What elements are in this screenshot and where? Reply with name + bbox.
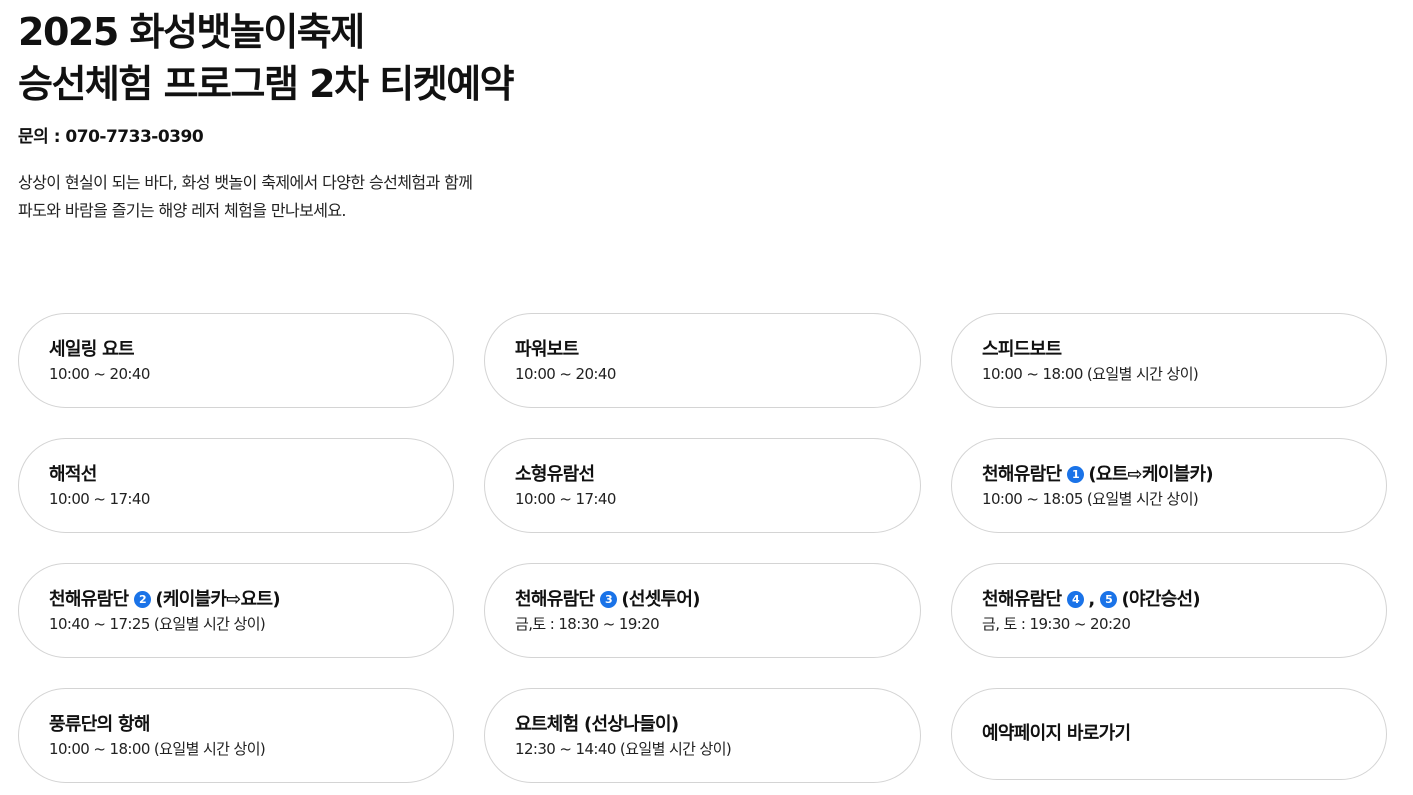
program-title-suffix: (케이블카⇨요트) (155, 588, 280, 610)
reservation-page-link[interactable]: 예약페이지 바로가기 (951, 688, 1387, 780)
program-card-pirate-ship[interactable]: 해적선 10:00 ~ 17:40 (18, 438, 454, 533)
program-time: 10:00 ~ 17:40 (515, 489, 616, 508)
contact-info: 문의 : 070-7733-0390 (18, 127, 204, 147)
number-2-badge-icon: 2 (134, 591, 152, 608)
number-3-badge-icon: 3 (600, 591, 618, 608)
program-title: 스피드보트 (982, 338, 1062, 360)
program-time: 10:00 ~ 20:40 (49, 364, 150, 383)
program-card-speed-boat[interactable]: 스피드보트 10:00 ~ 18:00 (요일별 시간 상이) (951, 313, 1387, 408)
intro-text: 상상이 현실이 되는 바다, 화성 뱃놀이 축제에서 다양한 승선체험과 함께 … (18, 169, 718, 225)
number-5-badge-icon: 5 (1100, 591, 1118, 608)
program-title: 풍류단의 항해 (49, 713, 150, 735)
program-card-yacht-experience[interactable]: 요트체험 (선상나들이) 12:30 ~ 14:40 (요일별 시간 상이) (484, 688, 921, 783)
intro-line-1: 상상이 현실이 되는 바다, 화성 뱃놀이 축제에서 다양한 승선체험과 함께 (18, 173, 473, 192)
program-time: 10:40 ~ 17:25 (요일별 시간 상이) (49, 614, 266, 633)
program-title: 천해유람단 1 (요트⇨케이블카) (982, 462, 1386, 488)
program-card-power-boat[interactable]: 파워보트 10:00 ~ 20:40 (484, 313, 921, 408)
program-title: 요트체험 (선상나들이) (515, 713, 679, 735)
program-title: 천해유람단 4 , 5 (야간승선) (982, 587, 1386, 613)
reservation-link-label: 예약페이지 바로가기 (982, 723, 1131, 744)
program-title: 천해유람단 2 (케이블카⇨요트) (49, 587, 453, 613)
number-4-badge-icon: 4 (1067, 591, 1085, 608)
program-time: 금,토 : 18:30 ~ 19:20 (515, 614, 660, 633)
program-title-prefix: 천해유람단 (515, 588, 595, 610)
program-time: 10:00 ~ 18:05 (요일별 시간 상이) (982, 489, 1199, 508)
program-title: 파워보트 (515, 338, 579, 360)
program-title-prefix: 천해유람단 (982, 588, 1062, 610)
program-title: 소형유람선 (515, 463, 595, 485)
program-time: 10:00 ~ 18:00 (요일별 시간 상이) (982, 364, 1199, 383)
program-time: 10:00 ~ 17:40 (49, 489, 150, 508)
number-1-badge-icon: 1 (1067, 466, 1085, 483)
page-title-line-1: 2025 화성뱃놀이축제 (18, 10, 365, 54)
program-title: 천해유람단 3 (선셋투어) (515, 587, 920, 613)
program-time: 10:00 ~ 18:00 (요일별 시간 상이) (49, 739, 266, 758)
page-title-line-2: 승선체험 프로그램 2차 티켓예약 (18, 62, 515, 106)
badge-separator: , (1088, 588, 1095, 610)
program-card-pungryu-voyage[interactable]: 풍류단의 항해 10:00 ~ 18:00 (요일별 시간 상이) (18, 688, 454, 783)
program-title-suffix: (선셋투어) (621, 588, 700, 610)
intro-line-2: 파도와 바람을 즐기는 해양 레저 체험을 만나보세요. (18, 201, 347, 220)
program-time: 10:00 ~ 20:40 (515, 364, 616, 383)
program-title-suffix: (요트⇨케이블카) (1088, 463, 1213, 485)
program-title-suffix: (야간승선) (1121, 588, 1200, 610)
program-title-prefix: 천해유람단 (982, 463, 1062, 485)
program-title: 해적선 (49, 463, 97, 485)
program-card-cheonhae-1[interactable]: 천해유람단 1 (요트⇨케이블카) 10:00 ~ 18:05 (요일별 시간 … (951, 438, 1387, 533)
program-title: 세일링 요트 (49, 338, 135, 360)
program-card-sailing-yacht[interactable]: 세일링 요트 10:00 ~ 20:40 (18, 313, 454, 408)
program-time: 12:30 ~ 14:40 (요일별 시간 상이) (515, 739, 732, 758)
page-header: 2025 화성뱃놀이축제 승선체험 프로그램 2차 티켓예약 문의 : 070-… (18, 6, 718, 225)
program-card-cheonhae-3[interactable]: 천해유람단 3 (선셋투어) 금,토 : 18:30 ~ 19:20 (484, 563, 921, 658)
program-card-small-cruise[interactable]: 소형유람선 10:00 ~ 17:40 (484, 438, 921, 533)
program-title-prefix: 천해유람단 (49, 588, 129, 610)
program-card-cheonhae-2[interactable]: 천해유람단 2 (케이블카⇨요트) 10:40 ~ 17:25 (요일별 시간 … (18, 563, 454, 658)
program-card-cheonhae-4-5[interactable]: 천해유람단 4 , 5 (야간승선) 금, 토 : 19:30 ~ 20:20 (951, 563, 1387, 658)
program-time: 금, 토 : 19:30 ~ 20:20 (982, 614, 1131, 633)
